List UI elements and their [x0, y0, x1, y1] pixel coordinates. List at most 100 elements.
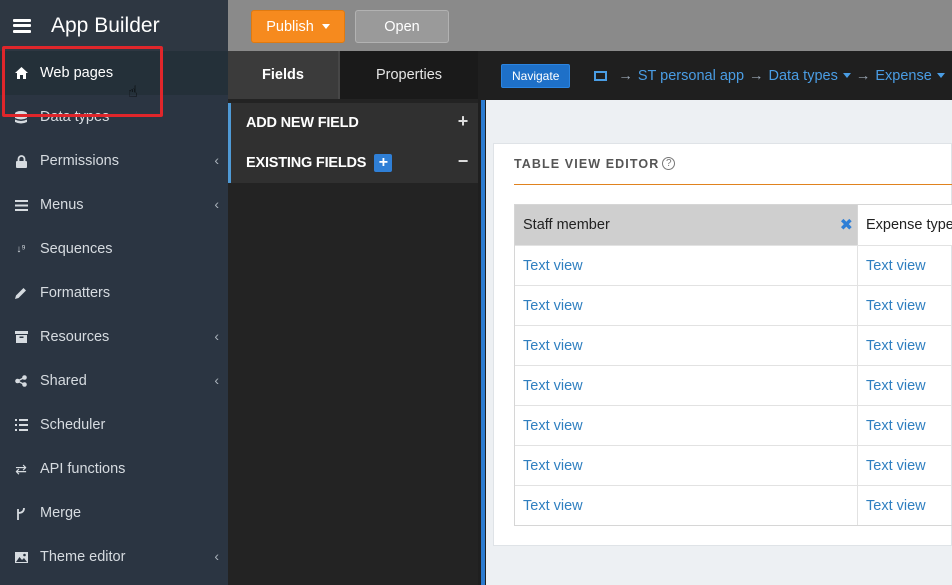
table-cell[interactable]: Text view [515, 406, 857, 446]
table-cell[interactable]: Text view [857, 406, 952, 446]
breadcrumb: → ST personal app → Data types → Expense… [594, 68, 952, 84]
table-cell[interactable]: Text view [515, 486, 857, 525]
table-cell[interactable]: Text view [515, 246, 857, 286]
publish-button-label: Publish [266, 18, 314, 35]
table-cell[interactable]: Text view [857, 446, 952, 486]
breadcrumb-bar: Navigate → ST personal app → Data types … [478, 51, 952, 100]
table-row: Text view Text view [515, 445, 952, 486]
collapse-minus-icon[interactable]: − [458, 151, 469, 172]
app-title: App Builder [51, 13, 160, 37]
open-button[interactable]: Open [355, 10, 449, 43]
archive-icon [14, 330, 28, 344]
editor-title-text: TABLE VIEW EDITOR [514, 157, 660, 171]
editor-canvas: TABLE VIEW EDITOR? Staff member ✖ Expens… [478, 100, 952, 585]
tasks-icon [14, 418, 28, 432]
sidebar-item-label: API functions [40, 461, 126, 477]
table-view: Staff member ✖ Expense type Text view Te… [514, 204, 952, 526]
arrow-right-icon: → [855, 67, 871, 84]
tab-properties[interactable]: Properties [338, 51, 478, 99]
table-row: Text view Text view [515, 405, 952, 446]
sort-numeric-icon: ↓⁹ [16, 243, 26, 255]
table-row: Text view Text view [515, 365, 952, 406]
table-row: Text view Text view [515, 485, 952, 525]
breadcrumb-item-app[interactable]: ST personal app [638, 68, 744, 84]
sidebar-item-label: Permissions [40, 153, 119, 169]
lock-icon [14, 154, 28, 168]
breadcrumb-item-data-types[interactable]: Data types [769, 68, 838, 84]
sidebar-item-label: Data types [40, 109, 110, 125]
sidebar-item-label: Sequences [40, 241, 113, 257]
add-new-field-label: ADD NEW FIELD [246, 115, 359, 131]
arrow-right-icon: → [749, 67, 764, 84]
caret-down-icon[interactable] [842, 73, 851, 78]
sidebar-item-formatters[interactable]: Formatters [0, 271, 228, 315]
help-icon[interactable]: ? [662, 157, 676, 170]
sidebar: App Builder Web pages Data types Permiss… [0, 0, 228, 585]
table-cell[interactable]: Text view [857, 326, 952, 366]
sidebar-item-label: Resources [40, 329, 110, 345]
table-cell[interactable]: Text view [857, 246, 952, 286]
sidebar-item-sequences[interactable]: ↓⁹ Sequences [0, 227, 228, 271]
sidebar-item-theme-editor[interactable]: Theme editor ‹ [0, 535, 228, 579]
arrow-right-icon: → [618, 67, 633, 84]
title-divider [514, 184, 952, 185]
sidebar-item-merge[interactable]: Merge [0, 491, 228, 535]
sidebar-item-label: Scheduler [40, 417, 106, 433]
table-view-editor-card: TABLE VIEW EDITOR? Staff member ✖ Expens… [493, 143, 952, 546]
sidebar-item-resources[interactable]: Resources ‹ [0, 315, 228, 359]
hamburger-menu-icon[interactable] [13, 18, 31, 33]
column-header-label: Staff member [523, 217, 610, 233]
hand-pointer-icon: ☝ [128, 84, 138, 101]
canvas-divider-line [481, 100, 485, 585]
sidebar-item-label: Shared [40, 373, 87, 389]
breadcrumb-item-expense[interactable]: Expense [875, 68, 931, 84]
table-cell[interactable]: Text view [515, 286, 857, 326]
merge-icon [14, 506, 28, 520]
chevron-left-icon: ‹ [214, 548, 219, 564]
sidebar-item-api-functions[interactable]: ⇄ API functions [0, 447, 228, 491]
column-header-label: Expense type [866, 217, 952, 233]
sidebar-item-data-types[interactable]: Data types [0, 95, 228, 139]
sidebar-item-label: Merge [40, 505, 82, 521]
sidebar-item-label: Formatters [40, 285, 111, 301]
sidebar-item-web-pages[interactable]: Web pages [0, 51, 228, 95]
expand-plus-icon[interactable]: + [458, 111, 469, 132]
add-new-field-section[interactable]: ADD NEW FIELD + [228, 103, 478, 143]
database-icon [14, 110, 28, 124]
tab-fields[interactable]: Fields [228, 51, 338, 99]
existing-fields-label: EXISTING FIELDS [246, 155, 367, 171]
chevron-left-icon: ‹ [214, 328, 219, 344]
sidebar-header: App Builder [0, 0, 228, 51]
caret-down-icon [321, 24, 330, 29]
table-row: Text view Text view [515, 245, 952, 286]
table-cell[interactable]: Text view [857, 366, 952, 406]
caret-down-icon[interactable] [936, 73, 945, 78]
remove-column-icon[interactable]: ✖ [840, 215, 853, 235]
publish-button[interactable]: Publish [251, 10, 345, 43]
exchange-icon: ⇄ [15, 460, 27, 477]
sidebar-item-menus[interactable]: Menus ‹ [0, 183, 228, 227]
column-header-staff-member[interactable]: Staff member ✖ [515, 205, 857, 245]
table-cell[interactable]: Text view [515, 366, 857, 406]
editor-title: TABLE VIEW EDITOR? [514, 157, 676, 171]
chevron-left-icon: ‹ [214, 372, 219, 388]
sidebar-item-label: Web pages [40, 65, 114, 81]
table-row: Text view Text view [515, 285, 952, 326]
column-header-expense-type[interactable]: Expense type [857, 205, 952, 245]
table-cell[interactable]: Text view [857, 486, 952, 525]
list-icon [14, 198, 28, 212]
sidebar-item-scheduler[interactable]: Scheduler [0, 403, 228, 447]
sidebar-item-label: Menus [40, 197, 84, 213]
navigate-button[interactable]: Navigate [501, 63, 571, 88]
sidebar-item-permissions[interactable]: Permissions ‹ [0, 139, 228, 183]
image-icon [14, 550, 28, 564]
table-cell[interactable]: Text view [515, 446, 857, 486]
fields-panel: Fields Properties ADD NEW FIELD + EXISTI… [228, 51, 478, 585]
pencil-icon [14, 286, 28, 300]
table-cell[interactable]: Text view [515, 326, 857, 366]
sidebar-item-shared[interactable]: Shared ‹ [0, 359, 228, 403]
add-field-plus-icon[interactable]: + [374, 154, 393, 172]
panel-tabs: Fields Properties [228, 51, 478, 99]
table-cell[interactable]: Text view [857, 286, 952, 326]
existing-fields-section[interactable]: EXISTING FIELDS + − [228, 143, 478, 183]
